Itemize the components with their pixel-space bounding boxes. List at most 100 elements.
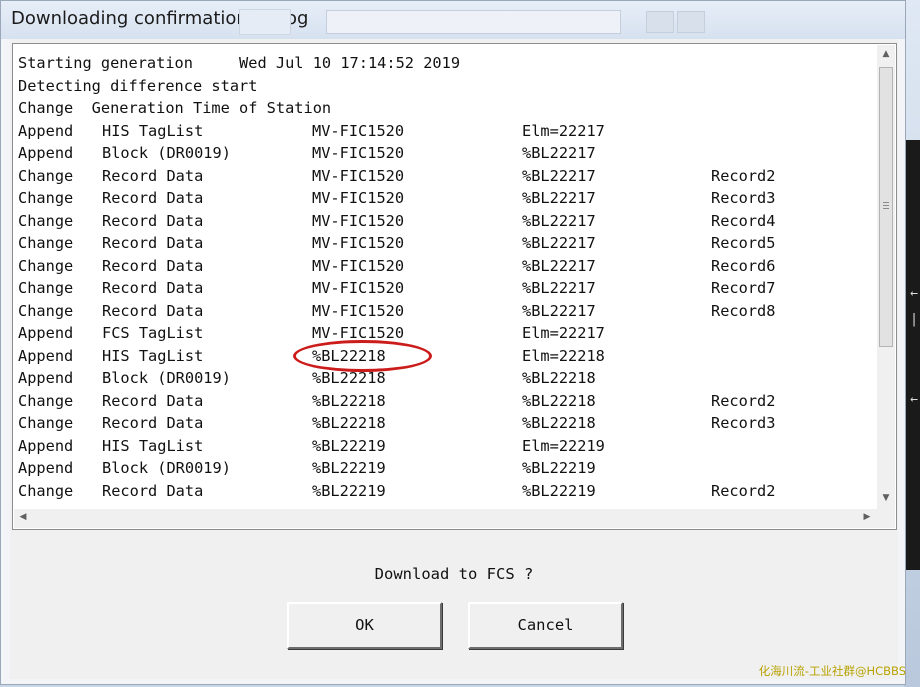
- log-cell-c1: Change: [18, 211, 74, 230]
- scroll-left-arrow-icon[interactable]: ◀: [16, 512, 30, 522]
- download-confirmation-dialog: Downloading confirmation dialog Starting…: [0, 0, 906, 685]
- log-cell-c3: MV-FIC1520: [312, 279, 405, 297]
- log-line: Change Record Data %BL22219 %BL22219 Record2: [18, 480, 868, 503]
- log-cell-c4: %BL22217: [522, 144, 596, 162]
- log-cell-c3: MV-FIC1520: [312, 211, 405, 230]
- log-cell-c5: Record2: [711, 391, 776, 410]
- background-glyph: |: [910, 312, 918, 327]
- log-cell-c2: Record Data: [102, 211, 204, 230]
- log-cell-c4: %BL22219: [522, 481, 596, 500]
- background-arrow-icon: ←: [910, 286, 918, 301]
- log-cell-c2: Record Data: [102, 279, 204, 297]
- horizontal-scrollbar[interactable]: ◀ ▶: [14, 509, 876, 528]
- log-cell-c4: %BL22218: [522, 369, 596, 387]
- log-cell-c2: Record Data: [102, 256, 204, 275]
- log-cell-c5: Record3: [711, 414, 776, 432]
- log-cell-c2: HIS TagList: [102, 436, 204, 455]
- log-cell-c4: %BL22218: [522, 414, 596, 432]
- log-line: Change Record Data MV-FIC1520 %BL22217 Recor…: [18, 165, 868, 188]
- log-cell-c5: Record8: [711, 301, 776, 320]
- title-bar[interactable]: Downloading confirmation dialog: [1, 1, 905, 39]
- log-cell-c3: %BL22218: [312, 391, 386, 410]
- log-cell-c5: Record7: [711, 279, 776, 297]
- log-cell-c1: Change: [18, 279, 74, 297]
- log-cell-c2: Record Data: [102, 301, 204, 320]
- log-cell-c4: %BL22218: [522, 391, 596, 410]
- log-cell-c4: %BL22217: [522, 234, 596, 252]
- vertical-scrollbar[interactable]: ▲ ▼: [877, 45, 895, 510]
- background-dark-panel: [906, 140, 920, 570]
- log-cell-c3: %BL22219: [312, 436, 386, 455]
- background-toolbar-icon: [646, 11, 674, 33]
- log-cell-c3: %BL22218: [312, 369, 386, 387]
- log-cell-c4: Elm=22217: [522, 121, 605, 140]
- log-cell-c1: Change: [18, 234, 74, 252]
- log-cell-c2: Block (DR0019): [102, 459, 231, 477]
- log-cell-c2: Record Data: [102, 481, 204, 500]
- thumb-grip-icon: [883, 208, 889, 209]
- log-cell-c1: Change: [18, 189, 74, 207]
- log-cell-c1: Append: [18, 346, 74, 365]
- log-cell-c1: Append: [18, 144, 74, 162]
- log-line: Change Record Data %BL22218 %BL22218 Record3: [18, 412, 868, 435]
- log-cell-c5: Record2: [711, 166, 776, 185]
- scroll-down-arrow-icon[interactable]: ▼: [877, 493, 895, 503]
- dialog-client-area: Starting generation Wed Jul 10 17:14:52 …: [10, 39, 898, 679]
- log-line: Change Record Data MV-FIC1520 %BL22217 Recor…: [18, 277, 868, 300]
- log-cell-c1: Append: [18, 121, 74, 140]
- background-arrow-icon: ←: [910, 392, 918, 407]
- download-prompt: Download to FCS ?: [374, 565, 534, 583]
- log-cell-c5: Record3: [711, 189, 776, 207]
- cancel-button[interactable]: Cancel: [468, 602, 623, 649]
- log-cell-c3: %BL22218: [312, 414, 386, 432]
- log-line: Change Record Data MV-FIC1520 %BL22217 Recor…: [18, 232, 868, 255]
- log-cell-c5: Record6: [711, 256, 776, 275]
- log-line: Append Block (DR0019) MV-FIC1520 %BL22217: [18, 142, 868, 165]
- log-cell-c4: %BL22217: [522, 166, 596, 185]
- scroll-right-arrow-icon[interactable]: ▶: [860, 512, 874, 522]
- log-cell-c4: %BL22217: [522, 279, 596, 297]
- log-cell-c3: %BL22218: [312, 346, 386, 365]
- log-cell-c4: Elm=22219: [522, 436, 605, 455]
- log-line-text: Starting generation Wed Jul 10 17:14:52 …: [18, 54, 461, 72]
- log-cell-c2: Record Data: [102, 234, 204, 252]
- log-line: Append FCS TagList MV-FIC1520 Elm=22217: [18, 322, 868, 345]
- thumb-grip-icon: [883, 202, 889, 203]
- log-cell-c4: Elm=22218: [522, 346, 605, 365]
- log-cell-c3: MV-FIC1520: [312, 144, 405, 162]
- log-line: Append Block (DR0019) %BL22218 %BL22218: [18, 367, 868, 390]
- log-cell-c1: Append: [18, 324, 74, 342]
- background-combo-box: [326, 10, 621, 34]
- log-cell-c1: Append: [18, 459, 74, 477]
- log-cell-c2: Record Data: [102, 166, 204, 185]
- log-line: Change Record Data MV-FIC1520 %BL22217 Recor…: [18, 187, 868, 210]
- log-line: Change Record Data %BL22218 %BL22218 Record2: [18, 390, 868, 413]
- log-cell-c1: Change: [18, 414, 74, 432]
- vertical-scroll-thumb[interactable]: [879, 67, 893, 347]
- background-toolbar-icon: [677, 11, 705, 33]
- generation-log-listbox[interactable]: Starting generation Wed Jul 10 17:14:52 …: [12, 43, 897, 530]
- log-cell-c1: Change: [18, 391, 74, 410]
- log-cell-c5: Record4: [711, 211, 776, 230]
- log-cell-c3: %BL22219: [312, 481, 386, 500]
- log-line: Starting generation Wed Jul 10 17:14:52 …: [18, 52, 868, 75]
- log-cell-c5: Record5: [711, 234, 776, 252]
- log-cell-c1: Append: [18, 436, 74, 455]
- thumb-grip-icon: [883, 205, 889, 206]
- log-cell-c3: MV-FIC1520: [312, 121, 405, 140]
- log-cell-c2: Record Data: [102, 391, 204, 410]
- log-cell-c3: MV-FIC1520: [312, 301, 405, 320]
- log-cell-c2: Record Data: [102, 414, 204, 432]
- scrollbar-corner: [876, 509, 895, 528]
- log-line: Append HIS TagList %BL22218 Elm=22218: [18, 345, 868, 368]
- log-cell-c2: Block (DR0019): [102, 369, 231, 387]
- ok-button[interactable]: OK: [287, 602, 442, 649]
- log-cell-c3: MV-FIC1520: [312, 234, 405, 252]
- log-line: Append HIS TagList MV-FIC1520 Elm=22217: [18, 120, 868, 143]
- log-line-text: Change Generation Time of Station: [18, 99, 332, 117]
- log-cell-c1: Change: [18, 256, 74, 275]
- log-line: Detecting difference start: [18, 75, 868, 98]
- scroll-up-arrow-icon[interactable]: ▲: [877, 49, 895, 59]
- log-cell-c4: %BL22217: [522, 211, 596, 230]
- log-cell-c3: MV-FIC1520: [312, 324, 405, 342]
